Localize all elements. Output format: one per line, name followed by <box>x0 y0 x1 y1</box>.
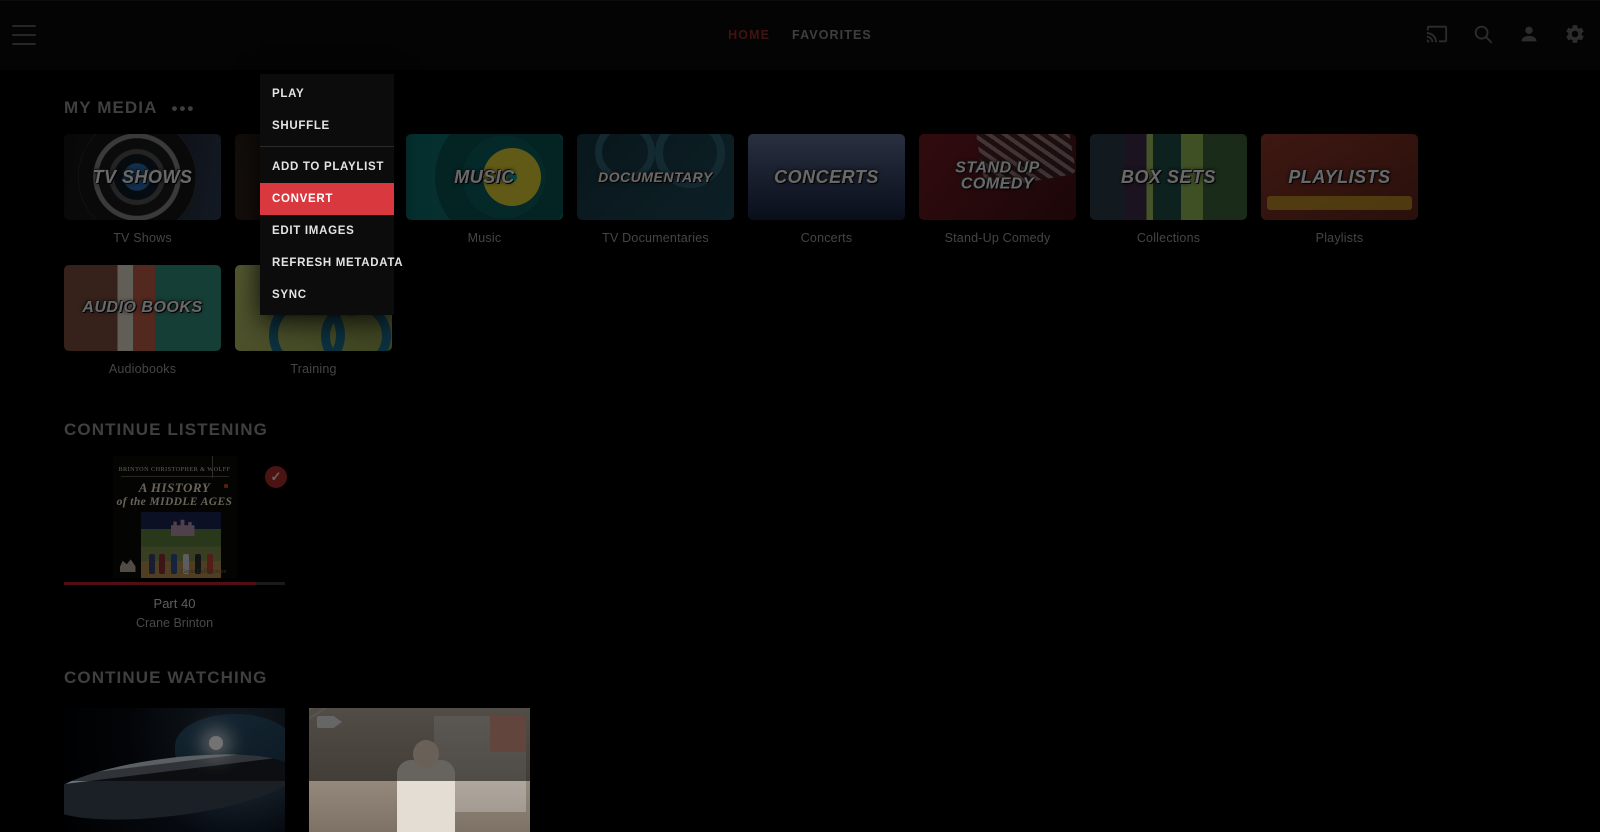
tile-caption: TV Shows <box>113 231 172 245</box>
tile-thumbnail: TV SHOWS <box>64 134 221 220</box>
continue-watching-card-space[interactable] <box>64 708 285 832</box>
context-menu-item-play[interactable]: PLAY <box>260 78 394 110</box>
lecture-video-thumbnail <box>309 708 530 832</box>
screen-accent <box>490 716 526 752</box>
my-media-row-2: AUDIO BOOKS Audiobooks TRAINING Training <box>0 265 1600 376</box>
tile-caption: Concerts <box>800 231 853 245</box>
tile-thumbnail: PLAYLISTS <box>1261 134 1418 220</box>
hamburger-menu-icon[interactable] <box>12 25 36 45</box>
saucer-shape <box>64 742 285 832</box>
my-media-label: MY MEDIA <box>64 98 158 117</box>
media-tile-concerts[interactable]: CONCERTS Concerts <box>748 134 905 245</box>
tile-thumbnail: DOCUMENTARY <box>577 134 734 220</box>
context-menu-item-convert[interactable]: CONVERT <box>260 183 394 215</box>
continue-listening-card[interactable]: BRINTON CHRISTOPHER & WOLFF A HISTORY of… <box>64 456 287 630</box>
watched-check-badge[interactable]: ✓ <box>265 466 287 488</box>
tile-art-label: DOCUMENTARY <box>598 168 713 185</box>
cover-authors: BRINTON CHRISTOPHER & WOLFF <box>118 466 231 473</box>
tile-caption: Stand-Up Comedy <box>944 231 1051 245</box>
publisher-logo <box>119 559 136 572</box>
tile-caption: Music <box>467 231 502 245</box>
cover-title-line-2: of the MIDDLE AGES <box>116 496 233 508</box>
tile-art-label: AUDIO BOOKS <box>82 298 203 316</box>
context-menu-item-refresh-metadata[interactable]: REFRESH METADATA <box>260 247 403 279</box>
book-cover-art: BRINTON CHRISTOPHER & WOLFF A HISTORY of… <box>112 456 237 578</box>
audiobook-cover: BRINTON CHRISTOPHER & WOLFF A HISTORY of… <box>64 456 287 578</box>
nav-item-home[interactable]: HOME <box>728 28 770 42</box>
media-tile-collections[interactable]: BOX SETS Collections <box>1090 134 1247 245</box>
star-flare <box>209 736 223 750</box>
tile-caption: Audiobooks <box>108 362 177 376</box>
page-root: HOME FAVORITES MY MEDIA ••• TV SHOWS TV … <box>0 0 1600 832</box>
continue-listening-title: Part 40 <box>153 596 196 611</box>
my-media-more-icon[interactable]: ••• <box>172 100 196 117</box>
continue-watching-card-lecture[interactable] <box>309 708 530 832</box>
main-content: MY MEDIA ••• TV SHOWS TV Shows MOVIES Mo… <box>0 70 1600 832</box>
video-badge-icon <box>317 716 342 728</box>
media-tile-tv-shows[interactable]: TV SHOWS TV Shows <box>64 134 221 245</box>
section-title-continue-listening: CONTINUE LISTENING <box>64 420 268 439</box>
person-icon[interactable] <box>1518 23 1540 45</box>
tile-art-label: BOX SETS <box>1120 166 1217 187</box>
context-menu-item-shuffle[interactable]: SHUFFLE <box>260 110 394 142</box>
media-tile-playlists[interactable]: PLAYLISTS Playlists <box>1261 134 1418 245</box>
search-icon[interactable] <box>1472 23 1494 45</box>
tile-art-label: STAND UP COMEDY <box>955 159 1040 193</box>
space-video-thumbnail <box>64 708 285 832</box>
context-menu-item-add-to-playlist[interactable]: ADD TO PLAYLIST <box>260 151 394 183</box>
context-menu: PLAY SHUFFLE ADD TO PLAYLIST CONVERT EDIT IM… <box>260 74 403 315</box>
context-menu-item-edit-images[interactable]: EDIT IMAGES <box>260 215 394 247</box>
context-menu-item-sync[interactable]: SYNC <box>260 279 394 311</box>
tile-caption: Playlists <box>1315 231 1364 245</box>
playback-progress-fill <box>64 582 257 585</box>
continue-listening-row: BRINTON CHRISTOPHER & WOLFF A HISTORY of… <box>0 456 1600 630</box>
tile-caption: TV Documentaries <box>602 231 709 245</box>
section-title-continue-watching: CONTINUE WATCHING <box>64 668 268 687</box>
main-nav: HOME FAVORITES <box>728 28 872 42</box>
tile-caption: Collections <box>1136 231 1201 245</box>
castle-shape <box>170 519 195 536</box>
section-title-my-media: MY MEDIA ••• <box>0 98 1600 118</box>
top-navigation-bar: HOME FAVORITES <box>0 0 1600 70</box>
cast-icon[interactable] <box>1426 23 1448 45</box>
media-tile-music[interactable]: MUSIC Music <box>406 134 563 245</box>
nav-item-favorites[interactable]: FAVORITES <box>792 28 872 42</box>
tile-art-label: TV SHOWS <box>92 166 193 187</box>
tile-thumbnail: MUSIC <box>406 134 563 220</box>
tile-thumbnail: CONCERTS <box>748 134 905 220</box>
my-media-row-1: TV SHOWS TV Shows MOVIES Movies MUSIC Mu… <box>0 134 1600 245</box>
tile-thumbnail: BOX SETS <box>1090 134 1247 220</box>
tile-art-label: MUSIC <box>454 166 515 187</box>
gear-icon[interactable] <box>1564 23 1586 45</box>
tile-thumbnail: STAND UP COMEDY <box>919 134 1076 220</box>
cover-vline <box>211 456 213 478</box>
media-tile-stand-up-comedy[interactable]: STAND UP COMEDY Stand-Up Comedy <box>919 134 1076 245</box>
tile-art-label: CONCERTS <box>774 166 879 187</box>
cover-title-line-1: A HISTORY <box>138 480 211 495</box>
tile-caption: Training <box>290 362 337 376</box>
context-menu-separator <box>260 146 394 147</box>
continue-watching-row <box>0 708 1600 832</box>
cover-footer-text: Gesta Collectorum <box>181 569 227 575</box>
continue-listening-subtitle: Crane Brinton <box>135 616 214 630</box>
playback-progress-bar[interactable] <box>64 582 285 585</box>
tile-art-label: PLAYLISTS <box>1288 166 1391 187</box>
media-tile-audiobooks[interactable]: AUDIO BOOKS Audiobooks <box>64 265 221 376</box>
top-bar-icons <box>1426 23 1586 45</box>
tile-thumbnail: AUDIO BOOKS <box>64 265 221 351</box>
media-tile-tv-documentaries[interactable]: DOCUMENTARY TV Documentaries <box>577 134 734 245</box>
